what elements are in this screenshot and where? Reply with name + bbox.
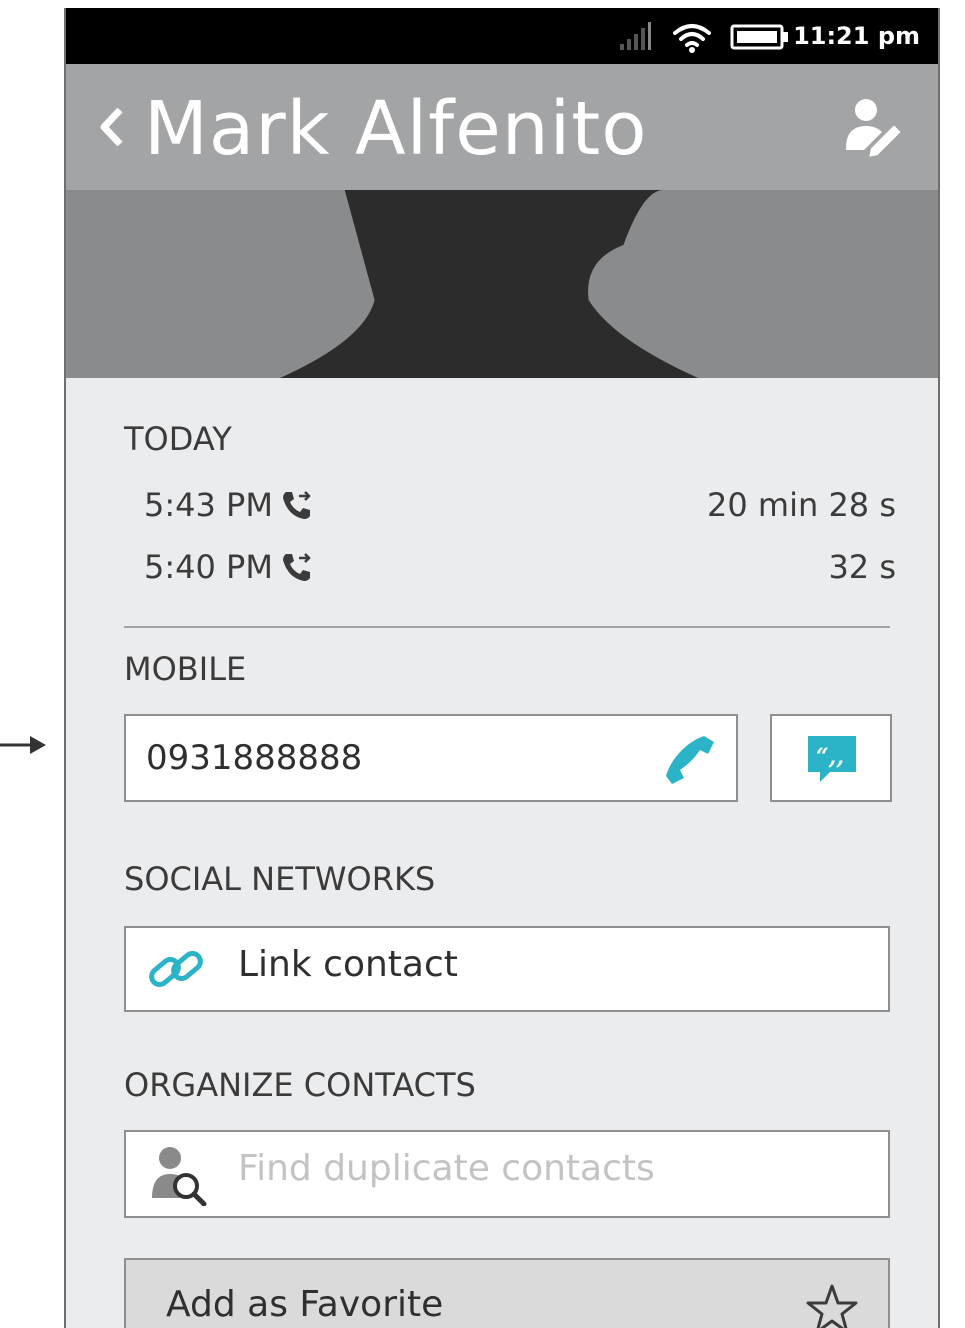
call-log-row[interactable]: 5:40 PM 32 s	[144, 548, 896, 592]
annotation-arrow-icon	[0, 736, 46, 754]
section-heading-social-networks: SOCIAL NETWORKS	[124, 860, 436, 898]
phone-screen: 11:21 pm Mark Alfenito TODAY 5:43 PM 20 …	[64, 8, 940, 1328]
contact-header: Mark Alfenito	[66, 64, 938, 190]
find-duplicates-icon	[152, 1147, 207, 1206]
outgoing-call-icon	[283, 553, 311, 581]
add-as-favorite-label: Add as Favorite	[166, 1284, 444, 1325]
add-as-favorite-button[interactable]: Add as Favorite	[124, 1258, 890, 1328]
phone-dial-icon	[666, 736, 714, 784]
star-icon	[806, 1284, 858, 1328]
sms-icon: “,,	[808, 736, 856, 782]
call-duration: 32 s	[828, 548, 896, 586]
link-contact-label: Link contact	[238, 944, 458, 985]
call-duration: 20 min 28 s	[707, 486, 896, 524]
contact-photo	[66, 190, 938, 378]
mobile-number: 0931888888	[146, 738, 363, 778]
outgoing-call-icon	[283, 491, 311, 519]
divider	[124, 626, 890, 628]
wifi-icon	[673, 24, 711, 53]
back-chevron-icon[interactable]	[96, 102, 128, 152]
send-sms-button[interactable]: “,,	[770, 714, 892, 802]
status-time: 11:21 pm	[793, 22, 920, 50]
svg-text:“,,: “,,	[816, 744, 844, 770]
section-heading-today: TODAY	[124, 420, 232, 458]
call-time: 5:40 PM	[144, 548, 273, 586]
call-time: 5:43 PM	[144, 486, 273, 524]
section-heading-organize-contacts: ORGANIZE CONTACTS	[124, 1066, 476, 1104]
link-contact-button[interactable]: Link contact	[124, 926, 890, 1012]
battery-icon	[730, 24, 788, 50]
signal-icon	[620, 22, 651, 50]
edit-contact-icon[interactable]	[842, 94, 908, 160]
mobile-number-call-button[interactable]: 0931888888	[124, 714, 738, 802]
find-duplicate-contacts-label: Find duplicate contacts	[238, 1148, 655, 1189]
section-heading-mobile: MOBILE	[124, 650, 247, 688]
contact-name-title: Mark Alfenito	[144, 86, 648, 172]
call-log-row[interactable]: 5:43 PM 20 min 28 s	[144, 486, 896, 530]
link-icon	[149, 951, 203, 987]
find-duplicate-contacts-button[interactable]: Find duplicate contacts	[124, 1130, 890, 1218]
status-bar: 11:21 pm	[66, 8, 938, 64]
